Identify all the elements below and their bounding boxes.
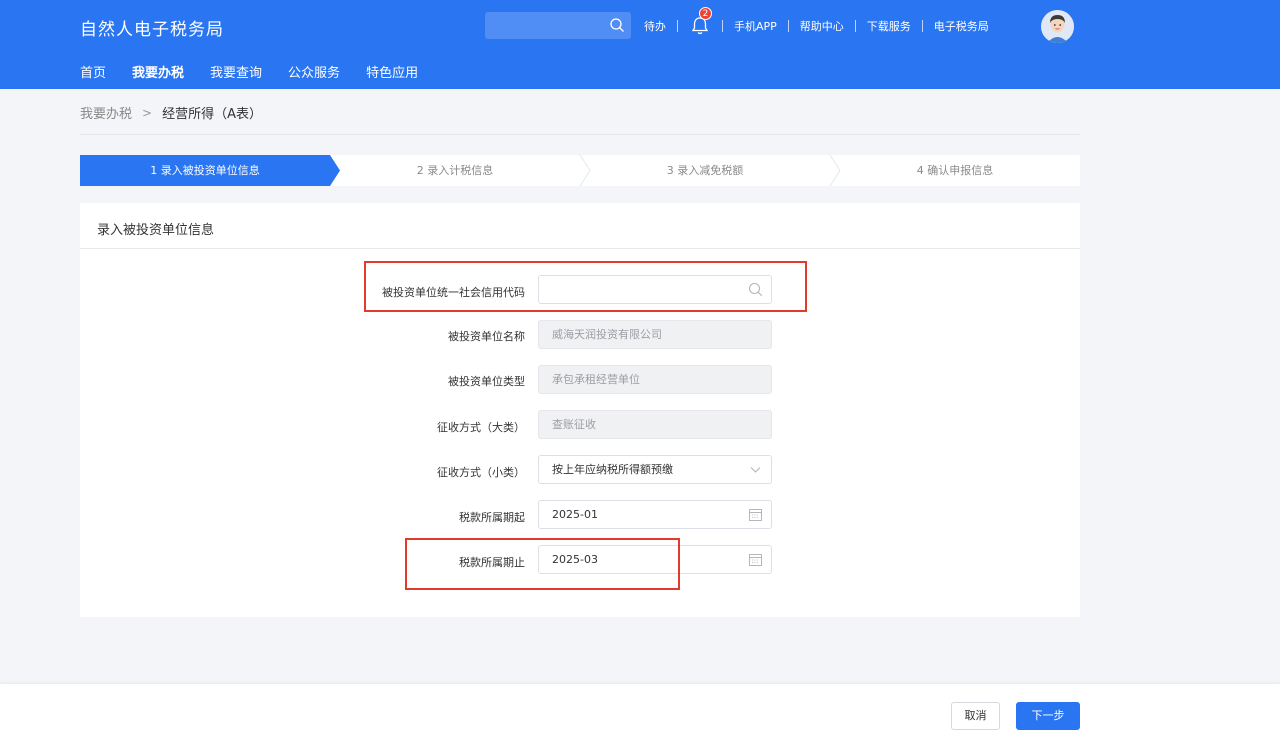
step-1: 1 录入被投资单位信息	[150, 164, 260, 177]
top-header: 自然人电子税务局 待办 2 手机APP 帮助中心 下载服务 电子税务局 首页 我…	[0, 0, 1280, 89]
nav-public-service[interactable]: 公众服务	[288, 62, 340, 81]
user-avatar-icon	[1041, 10, 1074, 43]
collect-major-field: 查账征收	[538, 410, 772, 439]
search-icon[interactable]	[609, 17, 625, 33]
nav-home[interactable]: 首页	[80, 62, 106, 81]
company-type-field: 承包承租经营单位	[538, 365, 772, 394]
help-center-link[interactable]: 帮助中心	[800, 18, 844, 34]
main-nav: 首页 我要办税 我要查询 公众服务 特色应用	[80, 62, 444, 81]
calendar-icon	[749, 554, 762, 566]
nav-query[interactable]: 我要查询	[210, 62, 262, 81]
step-progress: 1 录入被投资单位信息 2 录入计税信息 3 录入减免税额 4 确认申报信息	[80, 155, 1080, 186]
step-2: 2 录入计税信息	[416, 164, 494, 177]
collect-major-label: 征收方式（大类）	[437, 421, 525, 434]
chevron-down-icon	[750, 467, 761, 473]
calendar-icon	[749, 509, 762, 521]
collect-minor-value: 按上年应纳税所得额预缴	[552, 463, 673, 476]
download-link[interactable]: 下载服务	[867, 18, 911, 34]
next-step-button[interactable]: 下一步	[1016, 702, 1080, 730]
divider	[80, 248, 1080, 249]
divider	[921, 20, 923, 32]
divider	[80, 134, 1080, 135]
nav-featured[interactable]: 特色应用	[366, 62, 418, 81]
breadcrumb-parent[interactable]: 我要办税	[80, 103, 132, 122]
cancel-button[interactable]: 取消	[951, 702, 1000, 730]
search-input[interactable]	[485, 12, 631, 39]
divider	[854, 20, 856, 32]
divider	[787, 20, 789, 32]
notification-button[interactable]: 2	[689, 7, 712, 37]
breadcrumb-separator: >	[142, 105, 153, 120]
company-type-label: 被投资单位类型	[448, 375, 525, 388]
step-3: 3 录入减免税额	[666, 164, 744, 177]
breadcrumb-current: 经营所得（A表）	[162, 107, 262, 122]
step-4: 4 确认申报信息	[916, 164, 994, 177]
period-start-value: 2025-01	[552, 508, 598, 521]
period-start-input[interactable]: 2025-01	[538, 500, 772, 529]
mobile-app-link[interactable]: 手机APP	[734, 18, 777, 34]
collect-minor-label: 征收方式（小类）	[437, 466, 525, 479]
action-footer: 取消 下一步	[0, 684, 1280, 747]
company-name-field: 威海天润投资有限公司	[538, 320, 772, 349]
etax-link[interactable]: 电子税务局	[934, 18, 989, 34]
form-title: 录入被投资单位信息	[97, 223, 215, 238]
company-name-label: 被投资单位名称	[448, 330, 525, 343]
top-links: 待办 2 手机APP 帮助中心 下载服务 电子税务局	[644, 0, 989, 52]
period-start-label: 税款所属期起	[459, 511, 525, 524]
breadcrumb: 我要办税 > 经营所得（A表）	[80, 103, 262, 123]
avatar[interactable]	[1041, 10, 1074, 43]
highlight-box-credit-code	[364, 261, 807, 312]
divider	[677, 20, 678, 32]
nav-tax-handling[interactable]: 我要办税	[132, 62, 184, 81]
highlight-box-period-end	[405, 538, 680, 590]
site-title[interactable]: 自然人电子税务局	[80, 15, 224, 40]
divider	[722, 20, 723, 32]
collect-minor-select[interactable]: 按上年应纳税所得额预缴	[538, 455, 772, 484]
todo-link[interactable]: 待办	[644, 18, 666, 34]
notification-badge: 2	[699, 7, 712, 20]
